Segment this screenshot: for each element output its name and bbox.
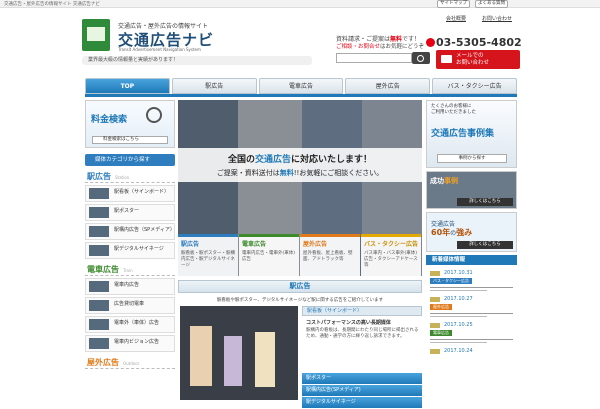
banner-cat-station[interactable]: 駅広告 駅看板・駅ポスター・駅構内広告・駅デジタルサイネージ <box>178 234 238 276</box>
thumbnail <box>89 245 109 256</box>
sidebar-section-station[interactable]: 駅広告 Station <box>85 170 175 183</box>
news-tag[interactable]: バス・タクシー広告 <box>430 278 472 284</box>
header: 交通広告・屋外広告の情報サイト 交通広告ナビ Transit Advertise… <box>0 9 600 69</box>
tagline: 業界最大級の情報量と実績があります！ <box>82 56 312 65</box>
company-link[interactable]: 会社概要 <box>446 15 466 22</box>
nav-train[interactable]: 電車広告 <box>258 78 344 94</box>
success-case-button[interactable]: 詳しくはこちら <box>457 198 513 206</box>
thumbnail <box>89 281 109 292</box>
news-link[interactable] <box>430 287 513 288</box>
banner-cat-bus-taxi[interactable]: バス・タクシー広告 バス車内・バス車外(車体)広告・タクシーアドケース等 <box>361 234 421 276</box>
news-link[interactable] <box>430 339 513 340</box>
sidebar-item-station-poster[interactable]: 駅ポスター <box>85 204 175 221</box>
news-heading: 新着媒体情報 <box>426 255 517 265</box>
thumbnail <box>89 319 109 330</box>
history-title: 交通広告 60年の強み <box>431 221 473 237</box>
sidebar-section-outdoor[interactable]: 屋外広告 Outdoor <box>85 356 175 369</box>
section-item-body: 駅構内の看板は、長期間にわたり同じ場所に掲出されるため、通勤・通学の方に繰り返し… <box>306 328 419 339</box>
thumbnail <box>89 226 109 237</box>
success-case-title: 成功事例 <box>430 177 458 185</box>
top-bar-text: 交通広告・屋外広告の情報サイト 交通広告ナビ <box>4 2 100 7</box>
faq-link[interactable]: よくある質問 <box>475 0 508 8</box>
news-tag[interactable]: 屋外広告 <box>430 304 452 310</box>
phone-icon <box>426 38 435 47</box>
sitemap-link[interactable]: サイトマップ <box>437 0 470 8</box>
poster-image <box>255 332 275 387</box>
price-search-title: 料金検索 <box>91 115 128 125</box>
sidebar-item-train-inside[interactable]: 電車内広告 <box>85 278 175 295</box>
section-detail: 駅看板（サインボード） コストパフォーマンスの高い長期媒体 駅構内の看板は、長期… <box>302 306 422 340</box>
poster-image <box>190 326 212 386</box>
nav-station[interactable]: 駅広告 <box>171 78 257 94</box>
thumbnail <box>89 338 109 349</box>
history-button[interactable]: 詳しくはこちら <box>457 241 513 249</box>
search-button[interactable] <box>412 52 430 64</box>
section-photo[interactable] <box>180 306 298 400</box>
sidebar-item-digital-signage[interactable]: 駅デジタルサイネージ <box>85 242 175 259</box>
contact-line-2: ご相談・お問合せはお気軽にどうぞ <box>336 44 425 50</box>
section-item-title: コストパフォーマンスの高い長期媒体 <box>306 320 391 326</box>
search-input[interactable] <box>336 53 412 63</box>
nav-underline <box>85 94 517 97</box>
thumbnail <box>89 207 109 218</box>
section-description: 駅看板や駅ポスター、デジタルサイネージなど駅に関する広告をご紹介しています <box>216 298 384 303</box>
top-bar: 交通広告・屋外広告の情報サイト 交通広告ナビ サイトマップ よくある質問 <box>0 0 600 8</box>
envelope-icon <box>441 55 452 63</box>
link-digital-signage[interactable]: 駅デジタルサイネージ <box>302 397 422 408</box>
sidebar-item-sp-media[interactable]: 駅構内広告（SPメディア） <box>85 223 175 240</box>
history-box[interactable]: 交通広告 60年の強み 詳しくはこちら <box>426 212 517 252</box>
mail-inquiry-button[interactable]: メールでの お問い合わせ <box>436 50 520 69</box>
tab-signboard[interactable]: 駅看板（サインボード） <box>302 306 422 316</box>
case-study-caption: たくさんのお客様に ご利用いただきました <box>431 104 476 115</box>
news-date: 2017.10.31 <box>426 270 517 276</box>
nav-top[interactable]: TOP <box>85 78 170 94</box>
left-sidebar: 料金検索 料金検索はこちら 媒体カテゴリから探す 駅広告 Station 駅看板（… <box>85 100 175 369</box>
case-study-button[interactable]: 事例から探す <box>437 154 507 163</box>
main-nav: TOP 駅広告 電車広告 屋外広告 バス・タクシー広告 <box>85 78 517 94</box>
link-sp-media[interactable]: 駅構内広告(SPメディア) <box>302 385 422 396</box>
news-link[interactable] <box>430 290 487 291</box>
price-search-button[interactable]: 料金検索はこちら <box>92 136 168 144</box>
nav-outdoor[interactable]: 屋外広告 <box>345 78 431 94</box>
sidebar-item-signboard[interactable]: 駅看板（サインボード） <box>85 185 175 202</box>
logo-english: Transit Advertisement Navigation System <box>118 47 201 52</box>
case-study-title: 交通広告事例集 <box>431 129 495 139</box>
nav-bus-taxi[interactable]: バス・タクシー広告 <box>432 78 517 94</box>
news-link[interactable] <box>430 316 487 317</box>
news-date: 2017.10.25 <box>426 322 517 328</box>
section-link-list: 駅ポスター 駅構内広告(SPメディア) 駅デジタルサイネージ <box>302 373 422 409</box>
case-study-box: たくさんのお客様に ご利用いただきました 交通広告事例集 事例から探す <box>426 100 517 168</box>
magnifier-icon <box>146 107 162 123</box>
sidebar-section-train[interactable]: 電車広告 Train <box>85 263 175 276</box>
banner-categories: 駅広告 駅看板・駅ポスター・駅構内広告・駅デジタルサイネージ 電車広告 電車内広告・… <box>178 234 422 276</box>
poster-image <box>224 336 242 386</box>
thumbnail <box>89 188 109 199</box>
news-date: 2017.10.27 <box>426 296 517 302</box>
banner-cat-train[interactable]: 電車広告 電車内広告・電車外(車体)広告 <box>239 234 299 276</box>
category-search-button[interactable]: 媒体カテゴリから探す <box>85 154 175 166</box>
section-title: 駅広告 <box>178 280 422 293</box>
news-link[interactable] <box>430 313 513 314</box>
sidebar-item-train-vision[interactable]: 電車内ビジョン広告 <box>85 335 175 352</box>
success-case-box[interactable]: 成功事例 詳しくはこちら <box>426 171 517 209</box>
news-date: 2017.10.24 <box>426 348 517 354</box>
thumbnail <box>89 300 109 311</box>
logo-icon[interactable] <box>82 19 110 51</box>
news-link[interactable] <box>430 342 487 343</box>
banner-headline: 全国の交通広告に対応いたします！ ご提案・資料送付は無料!!お気軽にご相談くださ… <box>178 148 422 182</box>
contact-link[interactable]: お問い合わせ <box>482 15 512 22</box>
price-search-box: 料金検索 料金検索はこちら <box>85 100 175 148</box>
news-tag[interactable]: 電車広告 <box>430 330 452 336</box>
right-sidebar: たくさんのお客様に ご利用いただきました 交通広告事例集 事例から探す 成功事例… <box>426 100 517 354</box>
banner-cat-outdoor[interactable]: 屋外広告 屋外看板、屋上看板、壁面、アドトラック等 <box>300 234 360 276</box>
sidebar-item-charter-train[interactable]: 広告貸切電車 <box>85 297 175 314</box>
sidebar-item-train-body[interactable]: 電車外（車体）広告 <box>85 316 175 333</box>
link-station-poster[interactable]: 駅ポスター <box>302 373 422 384</box>
phone-number[interactable]: 03-5305-4802 <box>436 36 522 49</box>
news-list: 2017.10.31 バス・タクシー広告 2017.10.27 屋外広告 201… <box>426 270 517 354</box>
